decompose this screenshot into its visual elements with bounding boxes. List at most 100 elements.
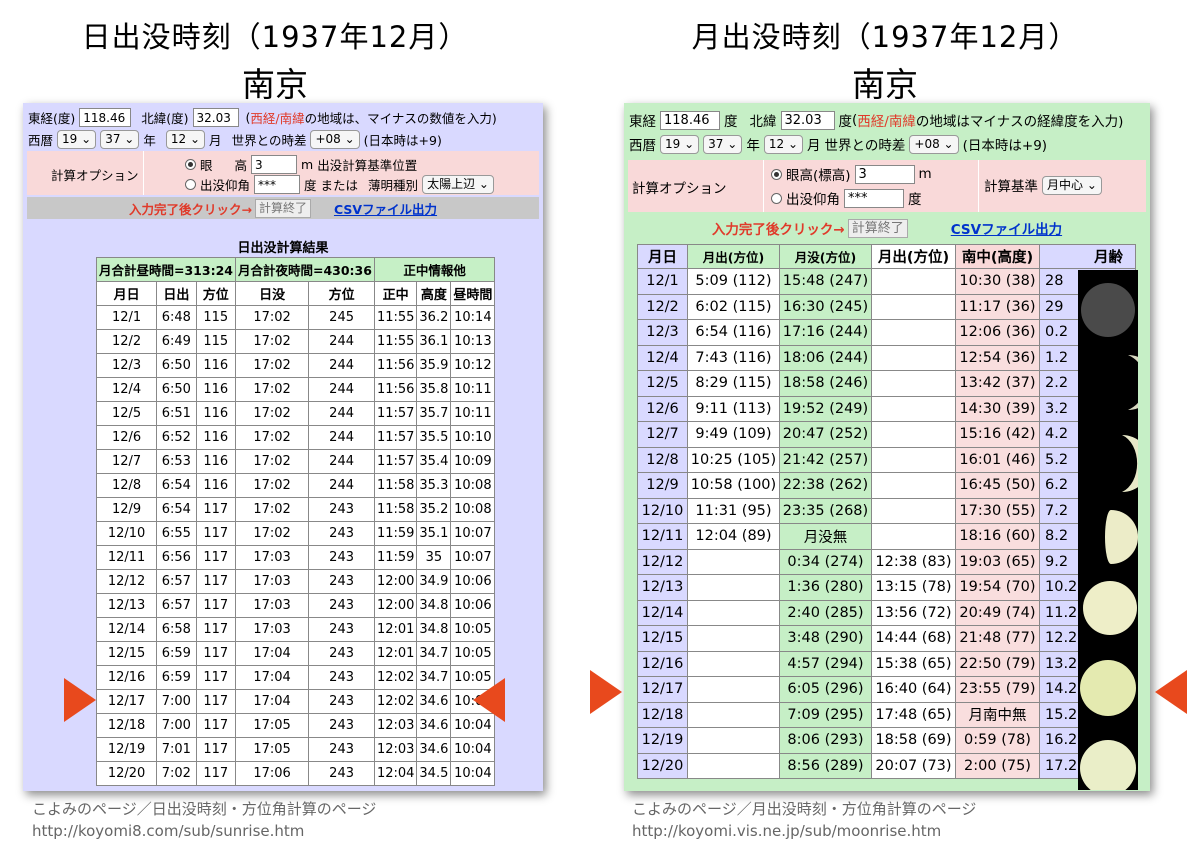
chevron-down-icon: ⌄ [124,132,135,146]
table-cell: 10:04 [450,761,496,786]
col-header: 日出 [156,281,197,306]
table-cell: 17:02 [234,449,310,474]
table-cell: 244 [308,353,375,378]
table-cell: 244 [308,329,375,354]
summary-row: 月合計昼時間=313:24 月合計夜時間=430:36 正中情報他 [96,257,496,282]
month-select[interactable]: 12 ⌄ [165,130,206,149]
table-cell: 18:16 (60) [955,523,1040,550]
moon-phase-icon [1081,283,1135,337]
eye-label: 眼高(標高) [786,168,851,184]
tz-select[interactable]: +08 ⌄ [310,130,360,149]
table-cell: 12:02 [373,689,418,714]
table-cell: 11:57 [373,449,418,474]
summary-transit: 正中情報他 [373,257,496,282]
table-cell [871,370,956,397]
right-options-box: 計算オプション 眼高(標高) 3 m 出没仰角 *** 度 計算基準 月中心 ⌄ [628,160,1146,212]
table-cell: 6:51 [156,401,197,426]
right-caption-title: こよみのページ／月出没時刻・方位角計算のページ [632,800,977,818]
csv-link[interactable]: CSVファイル出力 [951,218,1062,238]
table-cell [871,472,956,499]
table-cell: 243 [308,689,375,714]
note-red: 西経/南緯 [250,111,305,126]
angle-input[interactable]: *** [254,175,301,194]
table-cell: 0:34 (274) [779,548,872,575]
table-cell: 10:30 (38) [955,268,1040,295]
angle-radio[interactable] [185,179,196,190]
table-cell: 14:44 (68) [871,625,956,652]
lng-input[interactable]: 118.46 [79,108,132,127]
table-cell: 12:04 [373,761,418,786]
year-century-select[interactable]: 19 ⌄ [57,130,97,149]
csv-link[interactable]: CSVファイル出力 [334,199,437,218]
table-cell: 12/13 [637,574,688,601]
col-header: 南中(高度) [955,244,1040,269]
year-century-select[interactable]: 19 ⌄ [660,134,700,154]
table-row: 12/7 9:49 (109) 20:47 (252) 15:16 (42) 4.2 [637,421,1136,448]
table-cell: 9:11 (113) [687,395,780,422]
table-cell: 12/16 [637,650,688,677]
twilight-label: 薄明種別 [368,178,419,193]
angle-option-row: 出没仰角 *** 度 または 薄明種別 太陽上辺 ⌄ [185,175,494,194]
base-select[interactable]: 月中心 ⌄ [1042,175,1102,195]
table-cell: 117 [195,617,236,642]
height-input[interactable]: 3 [854,164,915,184]
tz-label: 世界との時差 [231,133,307,148]
table-cell: 19:54 (70) [955,574,1040,601]
month-unit: 月 [209,133,222,148]
right-caption-url: http://koyomi.vis.ne.jp/sub/moonrise.htm [632,822,942,840]
lat-input[interactable]: 32.03 [780,110,835,130]
year-unit: 年 [143,133,156,148]
table-cell [871,268,956,295]
lat-input[interactable]: 32.03 [192,108,239,127]
angle-radio[interactable] [771,192,782,204]
chevron-down-icon: ⌄ [344,132,355,146]
year-select[interactable]: 37 ⌄ [703,134,743,154]
table-cell: 10:25 (105) [687,446,780,473]
table-cell: 35.2 [416,497,452,522]
right-screenshot-panel: 東経 118.46 度 北緯 32.03 度(西経/南緯 の地域はマイナスの経緯度… [624,103,1150,791]
table-cell: 12:00 [373,569,418,594]
table-cell: 12/13 [95,593,158,618]
summary-night: 月合計夜時間=430:36 [234,257,375,282]
table-cell: 12/9 [637,472,688,499]
table-cell: 12/4 [637,344,688,371]
table-cell: 5:09 (112) [687,268,780,295]
table-cell: 17:02 [234,401,310,426]
table-cell [871,523,956,550]
table-cell: 12/20 [637,752,688,779]
table-cell: 34.8 [416,593,452,618]
table-cell [687,548,780,575]
table-cell: 12/10 [637,497,688,524]
table-cell: 11:56 [373,353,418,378]
col-header: 高度 [416,281,452,306]
year-select[interactable]: 37 ⌄ [100,130,140,149]
eye-radio[interactable] [771,168,782,180]
left-caption: こよみのページ／日出没時刻・方位角計算のページ http://koyomi8.c… [32,798,376,842]
tz-select[interactable]: +08 ⌄ [909,134,959,154]
twilight-select[interactable]: 太陽上辺 ⌄ [422,175,494,194]
height-input[interactable]: 3 [251,155,298,174]
lng-input[interactable]: 118.46 [660,110,720,130]
table-cell: 10:08 [450,473,496,498]
chevron-down-icon: ⌄ [189,132,201,146]
table-cell: 17:04 [234,689,310,714]
table-cell: 8:56 (289) [779,752,872,779]
table-cell: 12:04 (89) [687,523,780,550]
table-cell: 12/10 [95,521,158,546]
table-cell: 10:04 [450,737,496,762]
table-cell: 12:54 (36) [955,344,1040,371]
angle-input[interactable]: *** [844,188,904,208]
table-cell: 243 [308,545,375,570]
finish-button[interactable]: 計算終了 [254,198,311,218]
month-select[interactable]: 12 ⌄ [763,134,804,154]
table-cell: 35.7 [416,401,452,426]
note-text: の地域はマイナスの経緯度を入力) [915,114,1124,130]
table-row: 12/17 6:05 (296) 16:40 (64) 23:55 (79) 14.2 [637,676,1136,703]
table-cell: 117 [195,593,236,618]
chevron-down-icon: ⌄ [81,132,92,146]
table-cell: 11:58 [373,497,418,522]
table-row: 12/10 11:31 (95) 23:35 (268) 17:30 (55) 7.2 [637,497,1136,524]
finish-button[interactable]: 計算終了 [847,218,908,238]
table-row: 12/4 6:50 116 17:02 244 11:56 35.8 10:11 [95,377,496,402]
eye-radio[interactable] [185,159,196,170]
